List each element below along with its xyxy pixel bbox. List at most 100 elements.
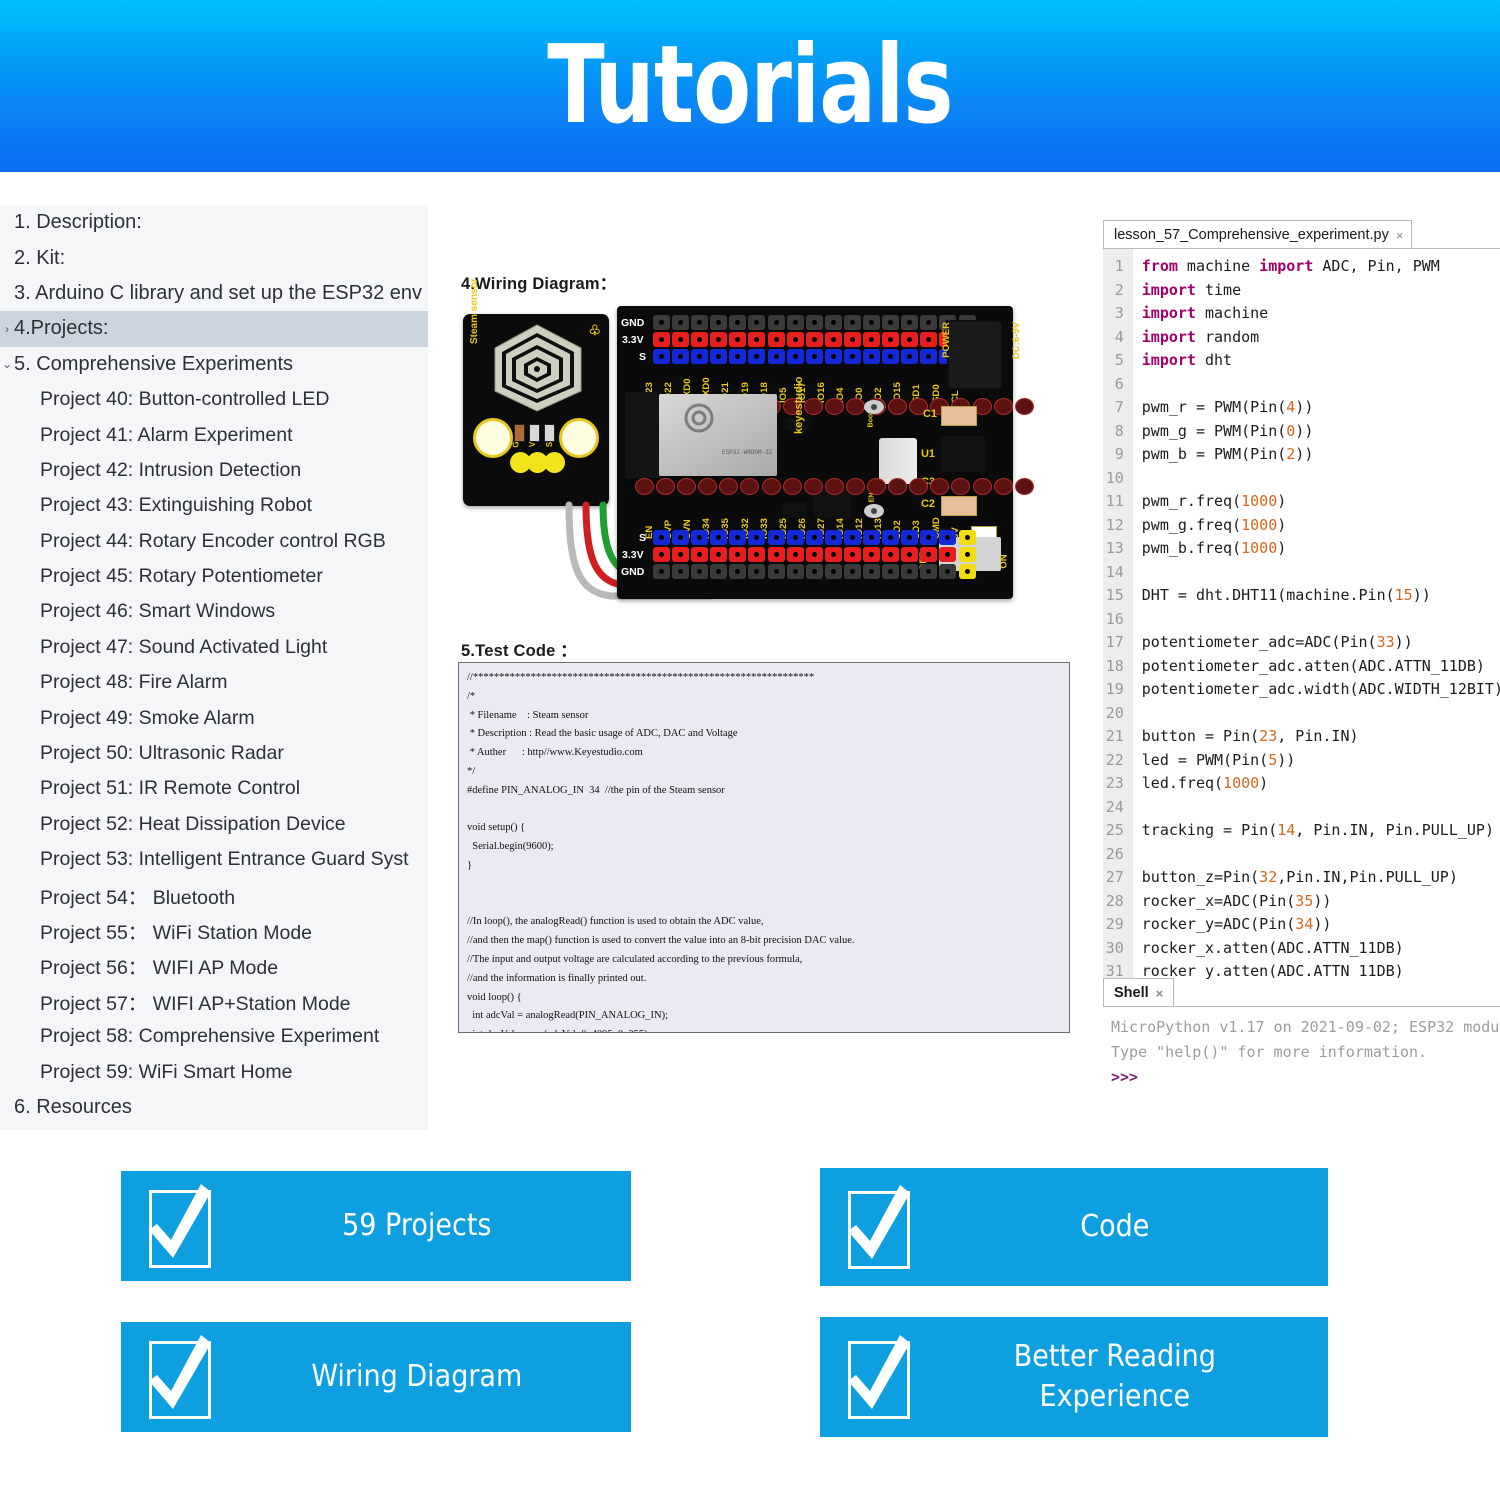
toc-item-5[interactable]: Project 40: Button-controlled LED [0,382,428,417]
boot-button[interactable] [863,398,885,416]
header-pin [939,564,957,579]
board-socket [824,398,844,415]
toc-item-3[interactable]: › 4.Projects: [0,311,428,347]
board-socket [888,478,908,495]
toc-item-8[interactable]: Project 43: Extinguishing Robot [0,488,428,523]
toc-item-9[interactable]: Project 44: Rotary Encoder control RGB [0,524,428,559]
toc-item-14[interactable]: Project 49: Smoke Alarm [0,700,428,735]
header-pin [824,530,842,545]
code-editor-body[interactable]: 1 2 3 4 5 6 7 8 9 10 11 12 13 14 15 16 1… [1103,248,1500,979]
toc-item-25[interactable]: 6. Resources [0,1090,428,1125]
header-pin [824,349,842,364]
bottom-gnd-row [653,564,976,579]
toc-item-6[interactable]: Project 41: Alarm Experiment [0,417,428,452]
shell-tab[interactable]: Shell × [1103,978,1175,1007]
toc-item-2[interactable]: 3. Arduino C library and set up the ESP3… [0,276,428,311]
toc-item-19[interactable]: Project 54： Bluetooth [0,877,428,912]
header-pin [729,530,747,545]
feature-label: Code [1080,1209,1150,1244]
board-socket [719,478,739,495]
toc-item-0[interactable]: 1. Description: [0,205,428,240]
feature-label: Wiring Diagram [311,1359,523,1394]
toc-item-label: Project 58: Comprehensive Experiment [40,1025,380,1048]
board-socket [972,478,992,495]
toc-item-18[interactable]: Project 53: Intelligent Entrance Guard S… [0,842,428,877]
feature-box-reading[interactable]: Better Reading Experience [820,1317,1328,1437]
header-pin [710,349,728,364]
toc-item-12[interactable]: Project 47: Sound Activated Light [0,630,428,665]
toc-item-label: Project 50: Ultrasonic Radar [40,742,284,765]
dc-power-jack [947,320,1003,390]
toc-item-24[interactable]: Project 59: WiFi Smart Home [0,1054,428,1089]
header-pin [901,547,919,562]
toc-item-22[interactable]: Project 57： WIFI AP+Station Mode [0,984,428,1019]
toc-item-7[interactable]: Project 42: Intrusion Detection [0,453,428,488]
toc-item-16[interactable]: Project 51: IR Remote Control [0,771,428,806]
toc-item-13[interactable]: Project 48: Fire Alarm [0,665,428,700]
code-line: pwm_b = PWM(Pin(2)) [1141,445,1314,463]
top-signal-row [653,349,976,364]
brand-label: keyestudio [793,376,805,434]
header-row-label-gnd: GND [621,317,645,329]
chevron-icon[interactable]: ⌄ [0,357,14,371]
header-pin [691,530,709,545]
header-pin [863,332,881,347]
c2-label: C2 [920,498,935,510]
editor-file-tab[interactable]: lesson_57_Comprehensive_experiment.py × [1103,220,1413,249]
toc-item-11[interactable]: Project 46: Smart Windows [0,594,428,629]
feature-box-code[interactable]: Code [820,1168,1328,1286]
header-pin [767,547,785,562]
header-pin [729,332,747,347]
toc-item-1[interactable]: 2. Kit: [0,240,428,275]
header-pin [920,349,938,364]
header-pin [824,564,842,579]
shell-line: MicroPython v1.17 on 2021-09-02; ESP32 m… [1111,1018,1500,1036]
code-line: pwm_b.freq(1000) [1141,539,1287,557]
toc-item-10[interactable]: Project 45: Rotary Potentiometer [0,559,428,594]
toc-item-15[interactable]: Project 50: Ultrasonic Radar [0,736,428,771]
toc-item-label: Project 40: Button-controlled LED [40,388,330,411]
code-line: tracking = Pin(14, Pin.IN, Pin.PULL_UP) [1141,821,1494,839]
wiring-diagram-illustration: Steam sensor ♧ G V S GND 3.3V S IO22 TXD… [461,278,1034,610]
close-icon[interactable]: × [1396,228,1404,243]
header-pin [863,349,881,364]
table-of-contents-sidebar[interactable]: 1. Description: 2. Kit: 3. Arduino C libra… [0,205,428,1130]
board-socket [803,478,823,495]
bottom-row-label-s: S [639,532,647,544]
header-pin [882,315,900,330]
thonny-ide-panel: lesson_57_Comprehensive_experiment.py × … [1103,220,1500,1130]
header-pin [672,332,690,347]
code-editor-text[interactable]: from machine import ADC, Pin, PWM import … [1132,249,1500,979]
toc-item-label: Project 41: Alarm Experiment [40,423,293,446]
board-socket [993,398,1013,415]
close-icon[interactable]: × [1156,986,1164,1001]
header-pin [653,547,670,562]
code-line: DHT = dht.DHT11(machine.Pin(15)) [1141,586,1431,604]
chevron-icon[interactable]: › [0,322,14,336]
feature-box-projects[interactable]: 59 Projects [121,1171,631,1281]
header-pin [843,564,861,579]
toc-item-21[interactable]: Project 56： WIFI AP Mode [0,948,428,983]
header-pin [786,547,804,562]
code-line: rocker_x=ADC(Pin(35)) [1141,891,1332,910]
header-pin [843,332,861,347]
feature-box-wiring[interactable]: Wiring Diagram [121,1322,631,1432]
toc-item-4[interactable]: ⌄ 5. Comprehensive Experiments [0,347,428,382]
toc-item-23[interactable]: Project 58: Comprehensive Experiment [0,1019,428,1054]
toc-item-label: 2. Kit: [14,246,66,269]
header-pin [691,349,709,364]
board-socket [1014,398,1034,415]
toc-item-label: Project 47: Sound Activated Light [40,635,328,658]
toc-item-17[interactable]: Project 52: Heat Dissipation Device [0,807,428,842]
shell-output[interactable]: MicroPython v1.17 on 2021-09-02; ESP32 m… [1103,1006,1500,1121]
toc-item-label: Project 51: IR Remote Control [40,777,301,800]
header-pin-5v [958,530,976,545]
board-socket [677,478,697,495]
code-line: button = Pin(23, Pin.IN) [1141,727,1359,745]
header-pin [843,349,861,364]
power-label: POWER [941,322,952,358]
toc-item-20[interactable]: Project 55： WiFi Station Mode [0,913,428,948]
code-line: from machine import ADC, Pin, PWM [1141,257,1440,275]
header-pin [767,530,785,545]
